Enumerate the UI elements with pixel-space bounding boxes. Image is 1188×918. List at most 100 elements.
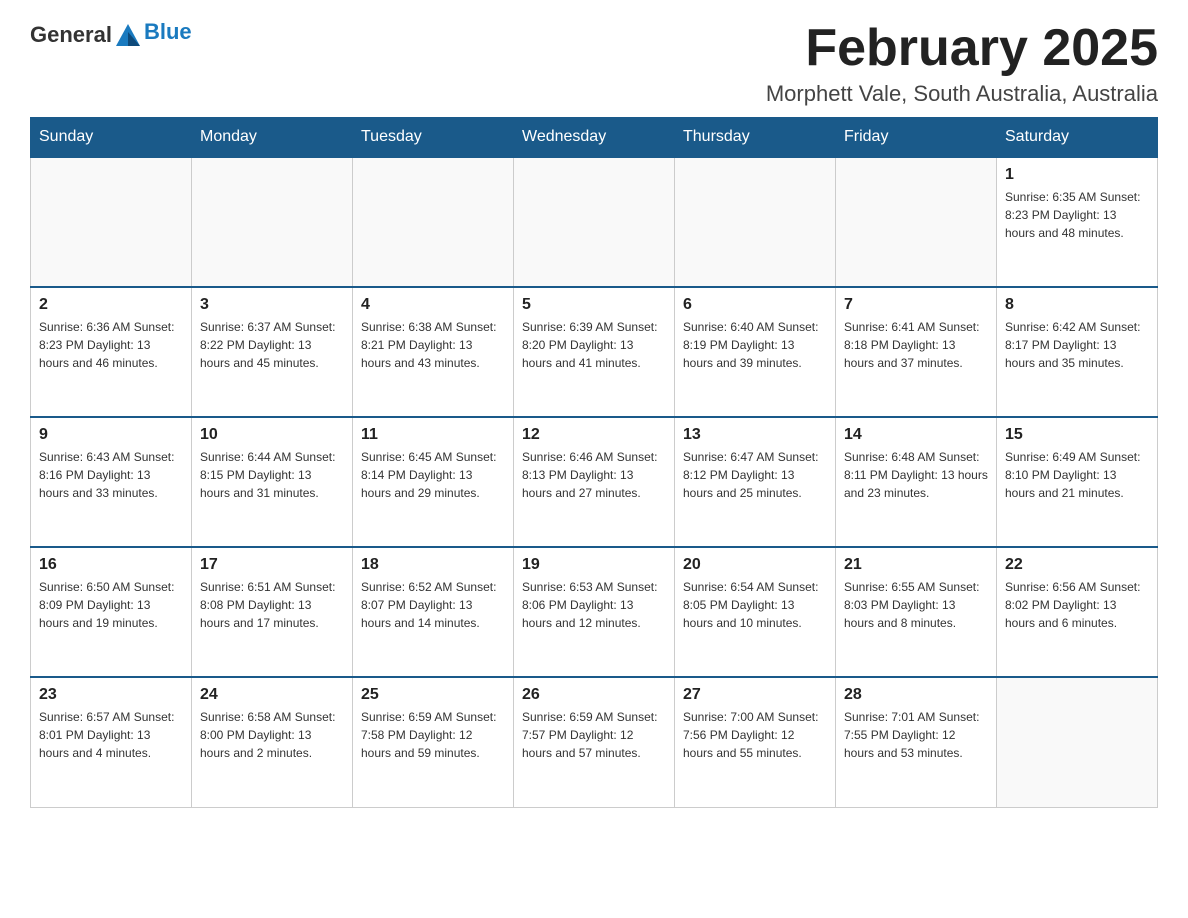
day-info: Sunrise: 7:00 AM Sunset: 7:56 PM Dayligh… <box>683 708 827 762</box>
day-info: Sunrise: 6:49 AM Sunset: 8:10 PM Dayligh… <box>1005 448 1149 502</box>
day-info: Sunrise: 6:59 AM Sunset: 7:58 PM Dayligh… <box>361 708 505 762</box>
calendar-week-3: 9 Sunrise: 6:43 AM Sunset: 8:16 PM Daylig… <box>31 417 1158 547</box>
calendar-cell: 10 Sunrise: 6:44 AM Sunset: 8:15 PM Dayli… <box>192 417 353 547</box>
logo-blue: Blue <box>144 19 192 44</box>
day-info: Sunrise: 6:54 AM Sunset: 8:05 PM Dayligh… <box>683 578 827 632</box>
location-title: Morphett Vale, South Australia, Australi… <box>766 81 1158 107</box>
page-header: General Blue February 2025 Morphett Vale… <box>30 20 1158 107</box>
calendar-body: 1Sunrise: 6:35 AM Sunset: 8:23 PM Daylig… <box>31 157 1158 807</box>
calendar-cell <box>353 157 514 287</box>
calendar-week-2: 2Sunrise: 6:36 AM Sunset: 8:23 PM Daylig… <box>31 287 1158 417</box>
day-info: Sunrise: 6:43 AM Sunset: 8:16 PM Dayligh… <box>39 448 183 502</box>
day-number: 1 <box>1005 166 1149 184</box>
day-number: 14 <box>844 426 988 444</box>
day-number: 4 <box>361 296 505 314</box>
calendar-cell: 19Sunrise: 6:53 AM Sunset: 8:06 PM Dayli… <box>514 547 675 677</box>
day-info: Sunrise: 6:41 AM Sunset: 8:18 PM Dayligh… <box>844 318 988 372</box>
day-info: Sunrise: 7:01 AM Sunset: 7:55 PM Dayligh… <box>844 708 988 762</box>
day-number: 23 <box>39 686 183 704</box>
calendar-cell: 7Sunrise: 6:41 AM Sunset: 8:18 PM Daylig… <box>836 287 997 417</box>
calendar-cell: 1Sunrise: 6:35 AM Sunset: 8:23 PM Daylig… <box>997 157 1158 287</box>
calendar-cell: 11 Sunrise: 6:45 AM Sunset: 8:14 PM Dayli… <box>353 417 514 547</box>
day-info: Sunrise: 6:39 AM Sunset: 8:20 PM Dayligh… <box>522 318 666 372</box>
calendar-cell: 4Sunrise: 6:38 AM Sunset: 8:21 PM Daylig… <box>353 287 514 417</box>
calendar-cell: 3 Sunrise: 6:37 AM Sunset: 8:22 PM Daylig… <box>192 287 353 417</box>
day-info: Sunrise: 6:44 AM Sunset: 8:15 PM Dayligh… <box>200 448 344 502</box>
day-info: Sunrise: 6:58 AM Sunset: 8:00 PM Dayligh… <box>200 708 344 762</box>
calendar-cell: 28 Sunrise: 7:01 AM Sunset: 7:55 PM Dayli… <box>836 677 997 807</box>
calendar-cell <box>31 157 192 287</box>
calendar-cell: 14 Sunrise: 6:48 AM Sunset: 8:11 PM Dayli… <box>836 417 997 547</box>
day-info: Sunrise: 6:46 AM Sunset: 8:13 PM Dayligh… <box>522 448 666 502</box>
calendar-week-4: 16Sunrise: 6:50 AM Sunset: 8:09 PM Dayli… <box>31 547 1158 677</box>
logo: General Blue <box>30 20 192 50</box>
day-info: Sunrise: 6:57 AM Sunset: 8:01 PM Dayligh… <box>39 708 183 762</box>
logo-icon <box>114 20 142 48</box>
calendar-cell: 25 Sunrise: 6:59 AM Sunset: 7:58 PM Dayli… <box>353 677 514 807</box>
calendar-cell: 15 Sunrise: 6:49 AM Sunset: 8:10 PM Dayli… <box>997 417 1158 547</box>
calendar-cell <box>836 157 997 287</box>
day-number: 6 <box>683 296 827 314</box>
header-saturday: Saturday <box>997 118 1158 158</box>
day-info: Sunrise: 6:52 AM Sunset: 8:07 PM Dayligh… <box>361 578 505 632</box>
day-number: 13 <box>683 426 827 444</box>
calendar-cell <box>675 157 836 287</box>
day-info: Sunrise: 6:42 AM Sunset: 8:17 PM Dayligh… <box>1005 318 1149 372</box>
calendar-cell: 12 Sunrise: 6:46 AM Sunset: 8:13 PM Dayli… <box>514 417 675 547</box>
calendar-cell <box>192 157 353 287</box>
calendar-cell: 22 Sunrise: 6:56 AM Sunset: 8:02 PM Dayli… <box>997 547 1158 677</box>
day-number: 8 <box>1005 296 1149 314</box>
day-info: Sunrise: 6:53 AM Sunset: 8:06 PM Dayligh… <box>522 578 666 632</box>
day-number: 24 <box>200 686 344 704</box>
day-number: 17 <box>200 556 344 574</box>
calendar-table: Sunday Monday Tuesday Wednesday Thursday… <box>30 117 1158 808</box>
day-info: Sunrise: 6:51 AM Sunset: 8:08 PM Dayligh… <box>200 578 344 632</box>
day-header-row: Sunday Monday Tuesday Wednesday Thursday… <box>31 118 1158 158</box>
calendar-header: Sunday Monday Tuesday Wednesday Thursday… <box>31 118 1158 158</box>
calendar-cell: 20 Sunrise: 6:54 AM Sunset: 8:05 PM Dayli… <box>675 547 836 677</box>
day-number: 15 <box>1005 426 1149 444</box>
day-number: 18 <box>361 556 505 574</box>
day-number: 10 <box>200 426 344 444</box>
day-number: 11 <box>361 426 505 444</box>
header-sunday: Sunday <box>31 118 192 158</box>
calendar-cell: 9 Sunrise: 6:43 AM Sunset: 8:16 PM Daylig… <box>31 417 192 547</box>
day-info: Sunrise: 6:45 AM Sunset: 8:14 PM Dayligh… <box>361 448 505 502</box>
calendar-cell: 5 Sunrise: 6:39 AM Sunset: 8:20 PM Daylig… <box>514 287 675 417</box>
day-number: 5 <box>522 296 666 314</box>
month-title: February 2025 <box>766 20 1158 77</box>
calendar-cell: 24 Sunrise: 6:58 AM Sunset: 8:00 PM Dayli… <box>192 677 353 807</box>
day-number: 25 <box>361 686 505 704</box>
calendar-cell <box>997 677 1158 807</box>
title-area: February 2025 Morphett Vale, South Austr… <box>766 20 1158 107</box>
calendar-cell: 21Sunrise: 6:55 AM Sunset: 8:03 PM Dayli… <box>836 547 997 677</box>
calendar-cell: 8 Sunrise: 6:42 AM Sunset: 8:17 PM Daylig… <box>997 287 1158 417</box>
calendar-cell: 16Sunrise: 6:50 AM Sunset: 8:09 PM Dayli… <box>31 547 192 677</box>
day-number: 20 <box>683 556 827 574</box>
day-number: 27 <box>683 686 827 704</box>
day-info: Sunrise: 6:59 AM Sunset: 7:57 PM Dayligh… <box>522 708 666 762</box>
header-monday: Monday <box>192 118 353 158</box>
day-info: Sunrise: 6:55 AM Sunset: 8:03 PM Dayligh… <box>844 578 988 632</box>
calendar-week-5: 23 Sunrise: 6:57 AM Sunset: 8:01 PM Dayli… <box>31 677 1158 807</box>
day-number: 16 <box>39 556 183 574</box>
calendar-week-1: 1Sunrise: 6:35 AM Sunset: 8:23 PM Daylig… <box>31 157 1158 287</box>
day-number: 2 <box>39 296 183 314</box>
day-info: Sunrise: 6:56 AM Sunset: 8:02 PM Dayligh… <box>1005 578 1149 632</box>
day-number: 22 <box>1005 556 1149 574</box>
day-number: 9 <box>39 426 183 444</box>
calendar-cell <box>514 157 675 287</box>
calendar-cell: 27 Sunrise: 7:00 AM Sunset: 7:56 PM Dayli… <box>675 677 836 807</box>
day-number: 3 <box>200 296 344 314</box>
calendar-cell: 26Sunrise: 6:59 AM Sunset: 7:57 PM Dayli… <box>514 677 675 807</box>
day-info: Sunrise: 6:47 AM Sunset: 8:12 PM Dayligh… <box>683 448 827 502</box>
day-number: 12 <box>522 426 666 444</box>
calendar-cell: 17 Sunrise: 6:51 AM Sunset: 8:08 PM Dayli… <box>192 547 353 677</box>
header-tuesday: Tuesday <box>353 118 514 158</box>
day-number: 28 <box>844 686 988 704</box>
day-info: Sunrise: 6:37 AM Sunset: 8:22 PM Dayligh… <box>200 318 344 372</box>
day-info: Sunrise: 6:48 AM Sunset: 8:11 PM Dayligh… <box>844 448 988 502</box>
calendar-cell: 13 Sunrise: 6:47 AM Sunset: 8:12 PM Dayli… <box>675 417 836 547</box>
calendar-cell: 2Sunrise: 6:36 AM Sunset: 8:23 PM Daylig… <box>31 287 192 417</box>
logo-general: General <box>30 22 112 48</box>
